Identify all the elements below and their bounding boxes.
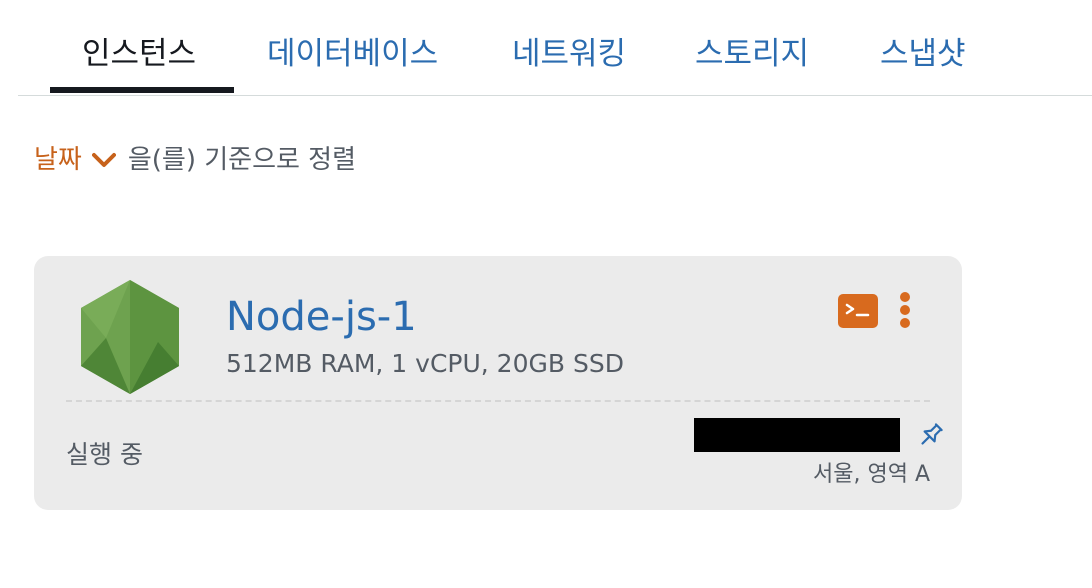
instance-name-link[interactable]: Node-js-1 [226,292,417,342]
instance-card: Node-js-1 512MB RAM, 1 vCPU, 20GB SSD 실행… [34,256,962,510]
sort-field-dropdown[interactable]: 날짜 [34,140,128,180]
tab-storage[interactable]: 스토리지 [695,34,809,74]
terminal-connect-icon[interactable] [838,294,878,328]
more-options-icon[interactable] [896,292,914,332]
chevron-down-icon [91,140,116,180]
tab-networking[interactable]: 네트워킹 [512,34,626,74]
tab-bar: 인스턴스 데이터베이스 네트워킹 스토리지 스냅샷 [18,0,1092,96]
instance-specs: 512MB RAM, 1 vCPU, 20GB SSD [226,349,624,378]
sort-field-label: 날짜 [34,145,82,175]
tab-instances[interactable]: 인스턴스 [82,34,196,74]
sort-suffix-text: 을(를) 기준으로 정렬 [127,145,357,175]
nodejs-logo-icon [78,278,182,400]
tab-databases[interactable]: 데이터베이스 [267,34,438,74]
instance-status: 실행 중 [66,440,143,469]
pin-icon[interactable] [916,420,946,454]
tab-snapshots[interactable]: 스냅샷 [880,34,966,74]
active-tab-indicator [50,87,234,93]
card-divider [66,400,930,402]
sort-control: 날짜 을(를) 기준으로 정렬 [34,140,356,180]
instance-region: 서울, 영역 A [813,462,930,487]
redacted-ip-address [694,418,900,452]
